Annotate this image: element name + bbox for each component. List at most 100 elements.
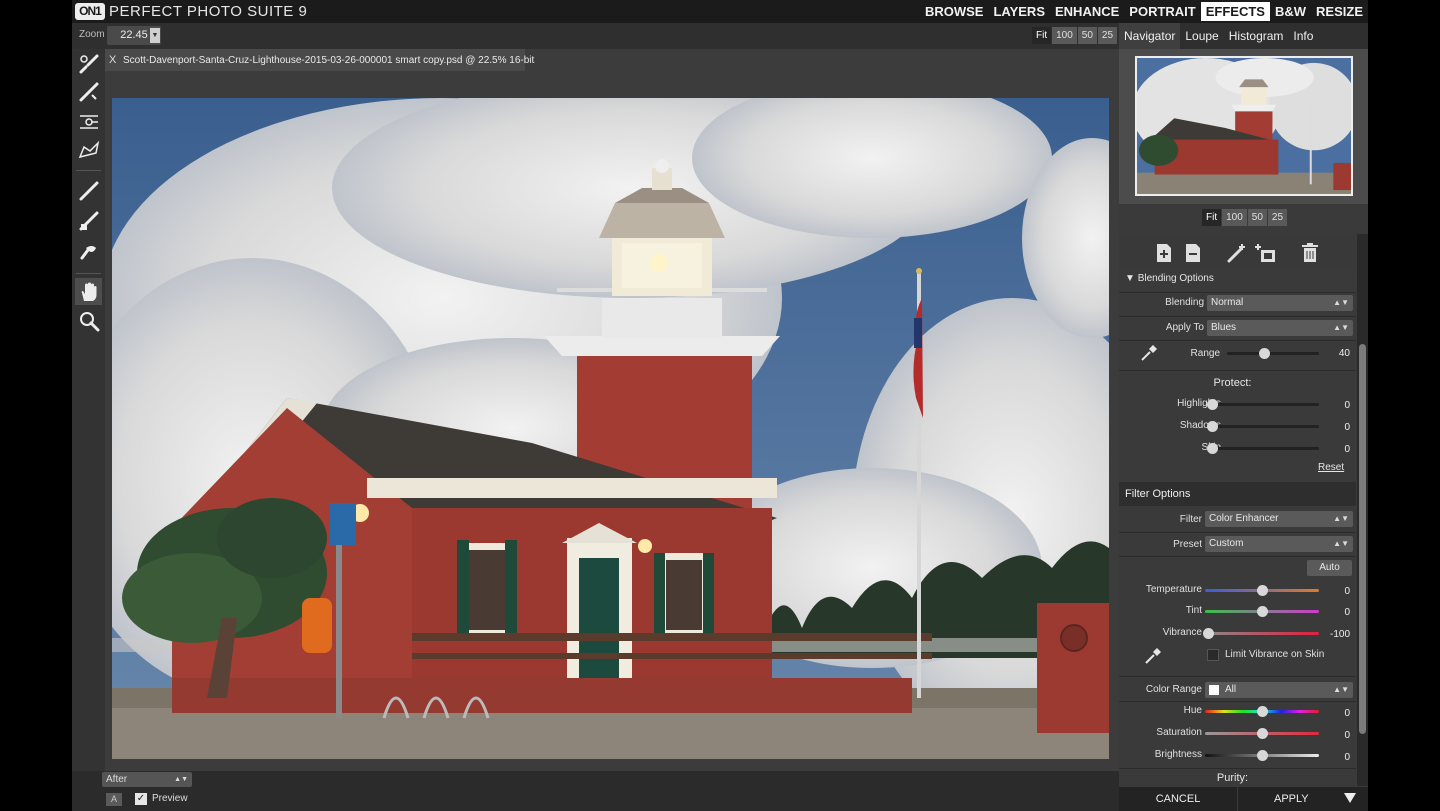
panel-scrollbar-thumb[interactable] [1359,344,1366,734]
brightness-label: Brightness [1154,749,1202,760]
apply-to-select[interactable]: Blues ▲▼ [1207,320,1353,336]
filter-options-header[interactable]: Filter Options [1119,482,1356,506]
nav-25-button[interactable]: 25 [1267,209,1288,226]
range-slider[interactable] [1227,348,1319,359]
tool-palette [72,49,105,787]
add-filter-icon[interactable] [1153,242,1175,264]
brightness-slider[interactable] [1205,750,1319,761]
app-window: ON1 PERFECT PHOTO SUITE 9 BROWSE LAYERS … [72,0,1368,811]
divider [1119,292,1356,293]
blending-mode-select[interactable]: Normal ▲▼ [1207,295,1353,311]
zoom-fit-group: Fit 100 50 25 [1032,27,1118,44]
document-tab[interactable]: X Scott-Davenport-Santa-Cruz-Lighthouse-… [105,49,534,71]
module-portrait[interactable]: PORTRAIT [1124,0,1200,23]
panel-scrollbar[interactable] [1357,234,1368,786]
tab-navigator[interactable]: Navigator [1119,23,1181,49]
cancel-button[interactable]: CANCEL [1119,787,1237,811]
nav-100-button[interactable]: 100 [1222,209,1247,226]
vibrance-slider-knob[interactable] [1203,628,1214,639]
duplicate-filter-icon[interactable] [1182,242,1204,264]
saturation-label: Saturation [1156,727,1202,738]
zoom-dropdown-button[interactable]: ▼ [150,28,160,43]
saturation-slider-knob[interactable] [1257,728,1268,739]
tint-slider[interactable] [1205,606,1319,617]
compare-a-button[interactable]: A [106,793,122,806]
nav-fit-button[interactable]: Fit [1202,209,1222,226]
divider [1119,370,1356,371]
hand-tool-icon[interactable] [75,278,102,305]
highlights-slider-knob[interactable] [1207,399,1218,410]
color-range-select[interactable]: All ▲▼ [1205,682,1353,698]
clone-stamp-icon[interactable] [75,237,102,264]
eyedropper-icon[interactable] [1143,646,1163,666]
shadows-slider[interactable] [1207,421,1319,432]
module-resize[interactable]: RESIZE [1311,0,1368,23]
blending-options-header[interactable]: ▼ Blending Options [1125,273,1214,284]
zoom-25-button[interactable]: 25 [1097,27,1118,44]
highlights-slider[interactable] [1207,399,1319,410]
mask-brush-icon[interactable] [1226,242,1248,264]
auto-button[interactable]: Auto [1307,560,1352,576]
hue-slider[interactable] [1205,706,1319,717]
temperature-slider[interactable] [1205,585,1319,596]
apply-dropdown-icon[interactable] [1344,793,1356,803]
module-bw[interactable]: B&W [1270,0,1311,23]
divider [1119,532,1356,533]
vibrance-slider[interactable] [1203,628,1319,639]
preview-checkbox[interactable]: ✓ [135,793,147,805]
module-effects[interactable]: EFFECTS [1200,2,1270,21]
temperature-slider-knob[interactable] [1257,585,1268,596]
filter-select[interactable]: Color Enhancer ▲▼ [1205,511,1353,527]
blending-mode-value: Normal [1211,297,1244,308]
saturation-slider[interactable] [1205,728,1319,739]
lasso-tool-icon[interactable] [75,136,102,163]
module-enhance[interactable]: ENHANCE [1050,0,1124,23]
hue-slider-knob[interactable] [1257,706,1268,717]
module-browse[interactable]: BROWSE [920,0,989,23]
lighthouse-photo[interactable] [112,98,1109,759]
perfect-eraser-icon[interactable] [75,207,102,234]
tint-slider-knob[interactable] [1257,606,1268,617]
zoom-bar: Zoom 22.45 ▼ Fit 100 50 25 [72,23,1119,49]
color-range-label: Color Range [1145,684,1202,695]
tab-loupe[interactable]: Loupe [1180,23,1223,49]
filter-options-section: Filter Color Enhancer ▲▼ Preset Custom ▲▼ … [1119,506,1356,786]
tab-histogram[interactable]: Histogram [1224,23,1289,49]
navigator-thumbnail[interactable] [1135,56,1353,196]
blending-options-title: Blending Options [1137,273,1214,284]
nav-50-button[interactable]: 50 [1247,209,1267,226]
zoom-tool-icon[interactable] [75,307,102,334]
limit-vibrance-checkbox[interactable] [1207,649,1219,661]
apply-to-value: Blues [1211,322,1237,333]
saturation-value: 0 [1344,730,1350,741]
brightness-slider-knob[interactable] [1257,750,1268,761]
module-layers[interactable]: LAYERS [988,0,1050,23]
close-document-icon[interactable]: X [109,54,116,66]
trash-icon[interactable] [1299,242,1321,264]
image-canvas[interactable] [105,71,1119,771]
retouch-brush-icon[interactable] [75,177,102,204]
apply-button-label: APPLY [1274,793,1309,805]
masking-brush-icon[interactable] [75,50,102,77]
range-slider-knob[interactable] [1258,348,1270,359]
preset-select[interactable]: Custom ▲▼ [1205,536,1353,552]
right-panel: Navigator Loupe Histogram Info Fit 100 5… [1119,23,1368,811]
tab-info[interactable]: Info [1288,23,1318,49]
eyedropper-icon[interactable] [1139,343,1159,363]
reset-link[interactable]: Reset [1318,462,1344,473]
filter-value: Color Enhancer [1209,513,1279,524]
add-mask-icon[interactable] [1255,242,1277,264]
skin-slider[interactable] [1207,443,1319,454]
skin-slider-knob[interactable] [1207,443,1218,454]
zoom-100-button[interactable]: 100 [1052,27,1077,44]
zoom-50-button[interactable]: 50 [1077,27,1097,44]
refine-brush-icon[interactable] [75,78,102,105]
divider [1119,701,1356,702]
shadows-slider-knob[interactable] [1207,421,1218,432]
chevron-updown-icon: ▲▼ [1333,323,1349,332]
gradient-tool-icon[interactable] [75,108,102,135]
chevron-updown-icon: ▲▼ [1333,539,1349,548]
preview-mode-select[interactable]: After ▲▼ [102,772,192,787]
zoom-fit-button[interactable]: Fit [1032,27,1052,44]
apply-button[interactable]: APPLY [1238,787,1368,811]
